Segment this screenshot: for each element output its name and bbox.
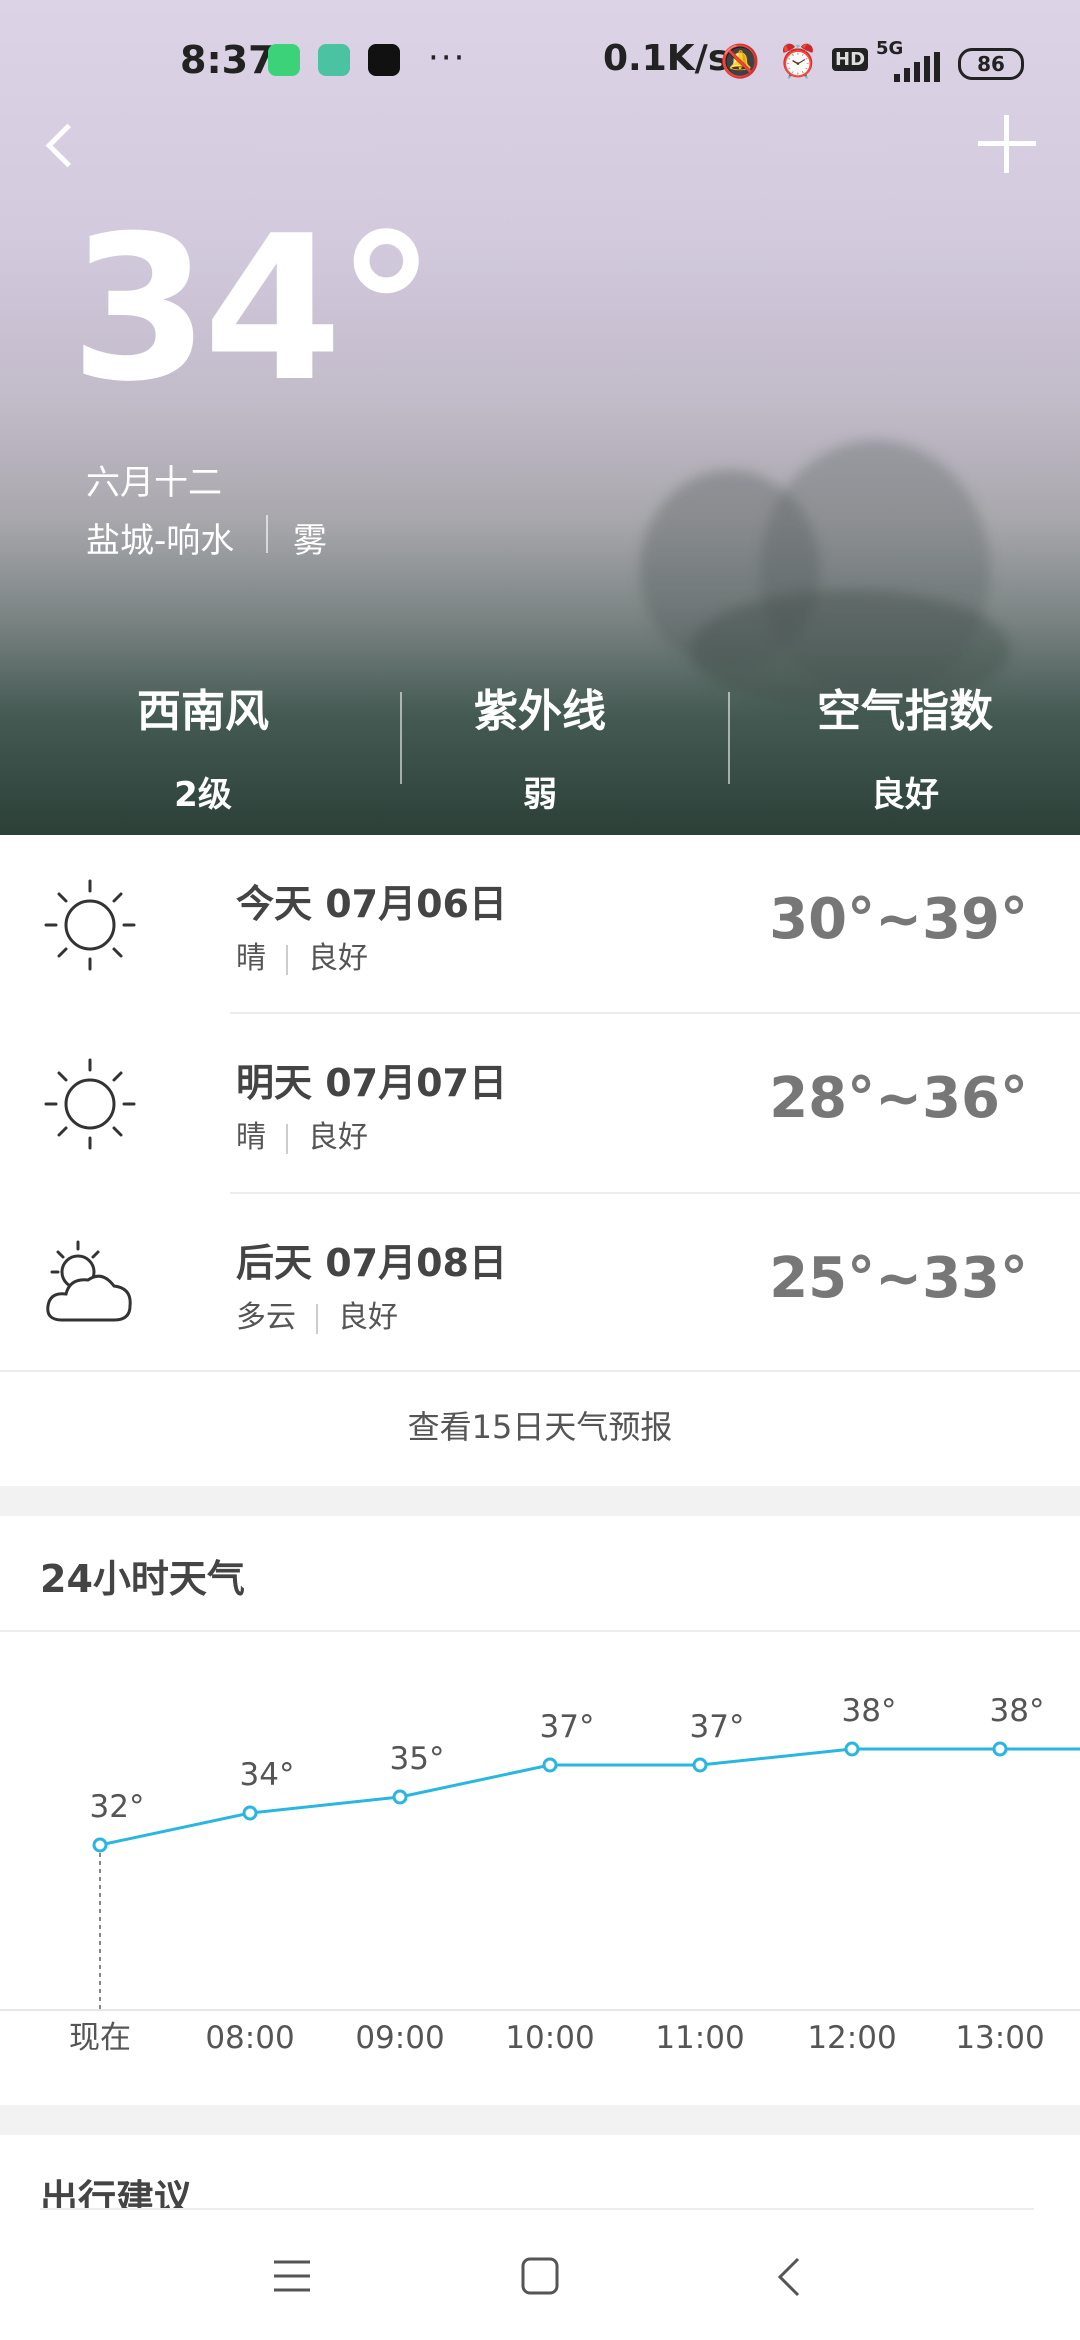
notification-app-icon [318,44,350,76]
location-divider [266,515,268,553]
temperature-point [844,1741,860,1757]
stat-value: 良好 [871,775,939,815]
temperature-label: 37° [690,1709,745,1745]
forecast-air: 良好 [308,941,368,976]
sun-icon [44,1058,136,1150]
lunar-date: 六月十二 [86,463,222,503]
status-time: 8:37 [180,38,275,82]
summary-divider [286,1123,288,1154]
hour-tick-label: 13:00 [955,2020,1044,2056]
stat-value: 2级 [174,775,232,815]
back-button[interactable] [40,110,90,180]
more-notifications-icon: ··· [428,38,467,78]
temperature-label: 32° [90,1789,145,1825]
forecast-row-today[interactable]: 今天 07月06日 晴 良好 30°~39° [0,835,1080,1013]
hourly-chart[interactable]: 32° 现在 34° 08:00 35° 09:00 37° 10:00 37° 11:00 38°… [0,1630,1080,2100]
hour-tick-label: 08:00 [205,2020,294,2056]
menu-icon[interactable] [272,2258,312,2294]
forecast-row-tomorrow[interactable]: 明天 07月07日 晴 良好 28°~36° [0,1014,1080,1192]
temperature-label: 35° [390,1741,445,1777]
forecast-summary: 多云 良好 [236,1292,398,1336]
back-nav-icon[interactable] [774,2256,804,2298]
forecast-temp-range: 30°~39° [769,887,1028,952]
alarm-icon: ⏰ [778,42,818,80]
hd-icon: HD [832,48,869,71]
summary-divider [316,1303,318,1334]
hourly-section-title: 24小时天气 [40,1557,245,1601]
temperature-point [242,1805,258,1821]
forecast-air: 良好 [308,1120,368,1155]
forecast-row-day-after[interactable]: 后天 07月08日 多云 良好 25°~33° [0,1194,1080,1372]
forecast-day: 后天 07月08日 [236,1241,507,1285]
current-temperature: 34° [70,193,436,426]
system-navigation-bar [0,2210,1080,2340]
temperature-label: 38° [990,1693,1045,1729]
current-condition: 雾 [293,521,327,561]
forecast-temp-range: 28°~36° [769,1066,1028,1131]
temperature-label: 38° [842,1693,897,1729]
status-bar: 8:37 ··· 0.1K/s 🔕 ⏰ HD 5G 86 [0,38,1080,88]
add-city-button[interactable] [978,115,1036,173]
section-gap [0,1486,1080,1516]
stat-label: 紫外线 [474,686,606,737]
section-gap [0,2105,1080,2135]
forecast-summary: 晴 良好 [236,933,368,977]
summary-divider [286,944,288,975]
stat-wind[interactable]: 西南风 2级 [33,675,373,816]
temperature-point [392,1789,408,1805]
forecast-weather: 多云 [236,1300,296,1335]
forecast-day: 今天 07月06日 [236,882,507,926]
stat-divider [728,692,730,784]
hour-tick-label: 12:00 [807,2020,896,2056]
temperature-point [542,1757,558,1773]
hour-tick-label: 09:00 [355,2020,444,2056]
hour-tick-label: 10:00 [505,2020,594,2056]
sun-icon [44,879,136,971]
forecast-weather: 晴 [236,1120,266,1155]
notification-app-icon [268,44,300,76]
hourly-temperature-chart: 32° 现在 34° 08:00 35° 09:00 37° 10:00 37° 11:00 38°… [0,1693,1080,2056]
location-name[interactable]: 盐城-响水 [86,513,234,562]
network-speed: 0.1K/s [603,38,730,79]
home-icon[interactable] [520,2256,560,2296]
signal-bars-icon [894,52,940,82]
partly-cloudy-icon [46,1240,132,1322]
stat-uv[interactable]: 紫外线 弱 [370,675,710,816]
forecast-day: 明天 07月07日 [236,1061,507,1105]
hour-tick-label: 11:00 [655,2020,744,2056]
temperature-point [992,1741,1008,1757]
stat-label: 空气指数 [817,686,993,737]
temperature-label: 37° [540,1709,595,1745]
stat-value: 弱 [523,775,557,815]
notification-app-icon [368,44,400,76]
mute-icon: 🔕 [720,42,760,80]
view-15-day-forecast-link[interactable]: 查看15日天气预报 [0,1372,1080,1482]
stat-air-quality[interactable]: 空气指数 良好 [735,675,1075,816]
stat-label: 西南风 [137,686,269,737]
temperature-point [92,1837,108,1853]
forecast-summary: 晴 良好 [236,1112,368,1156]
temperature-point [692,1757,708,1773]
forecast-air: 良好 [338,1300,398,1335]
temperature-label: 34° [240,1757,295,1793]
battery-indicator: 86 [958,48,1024,80]
forecast-temp-range: 25°~33° [769,1246,1028,1311]
forecast-weather: 晴 [236,941,266,976]
hour-tick-label: 现在 [69,2020,131,2056]
